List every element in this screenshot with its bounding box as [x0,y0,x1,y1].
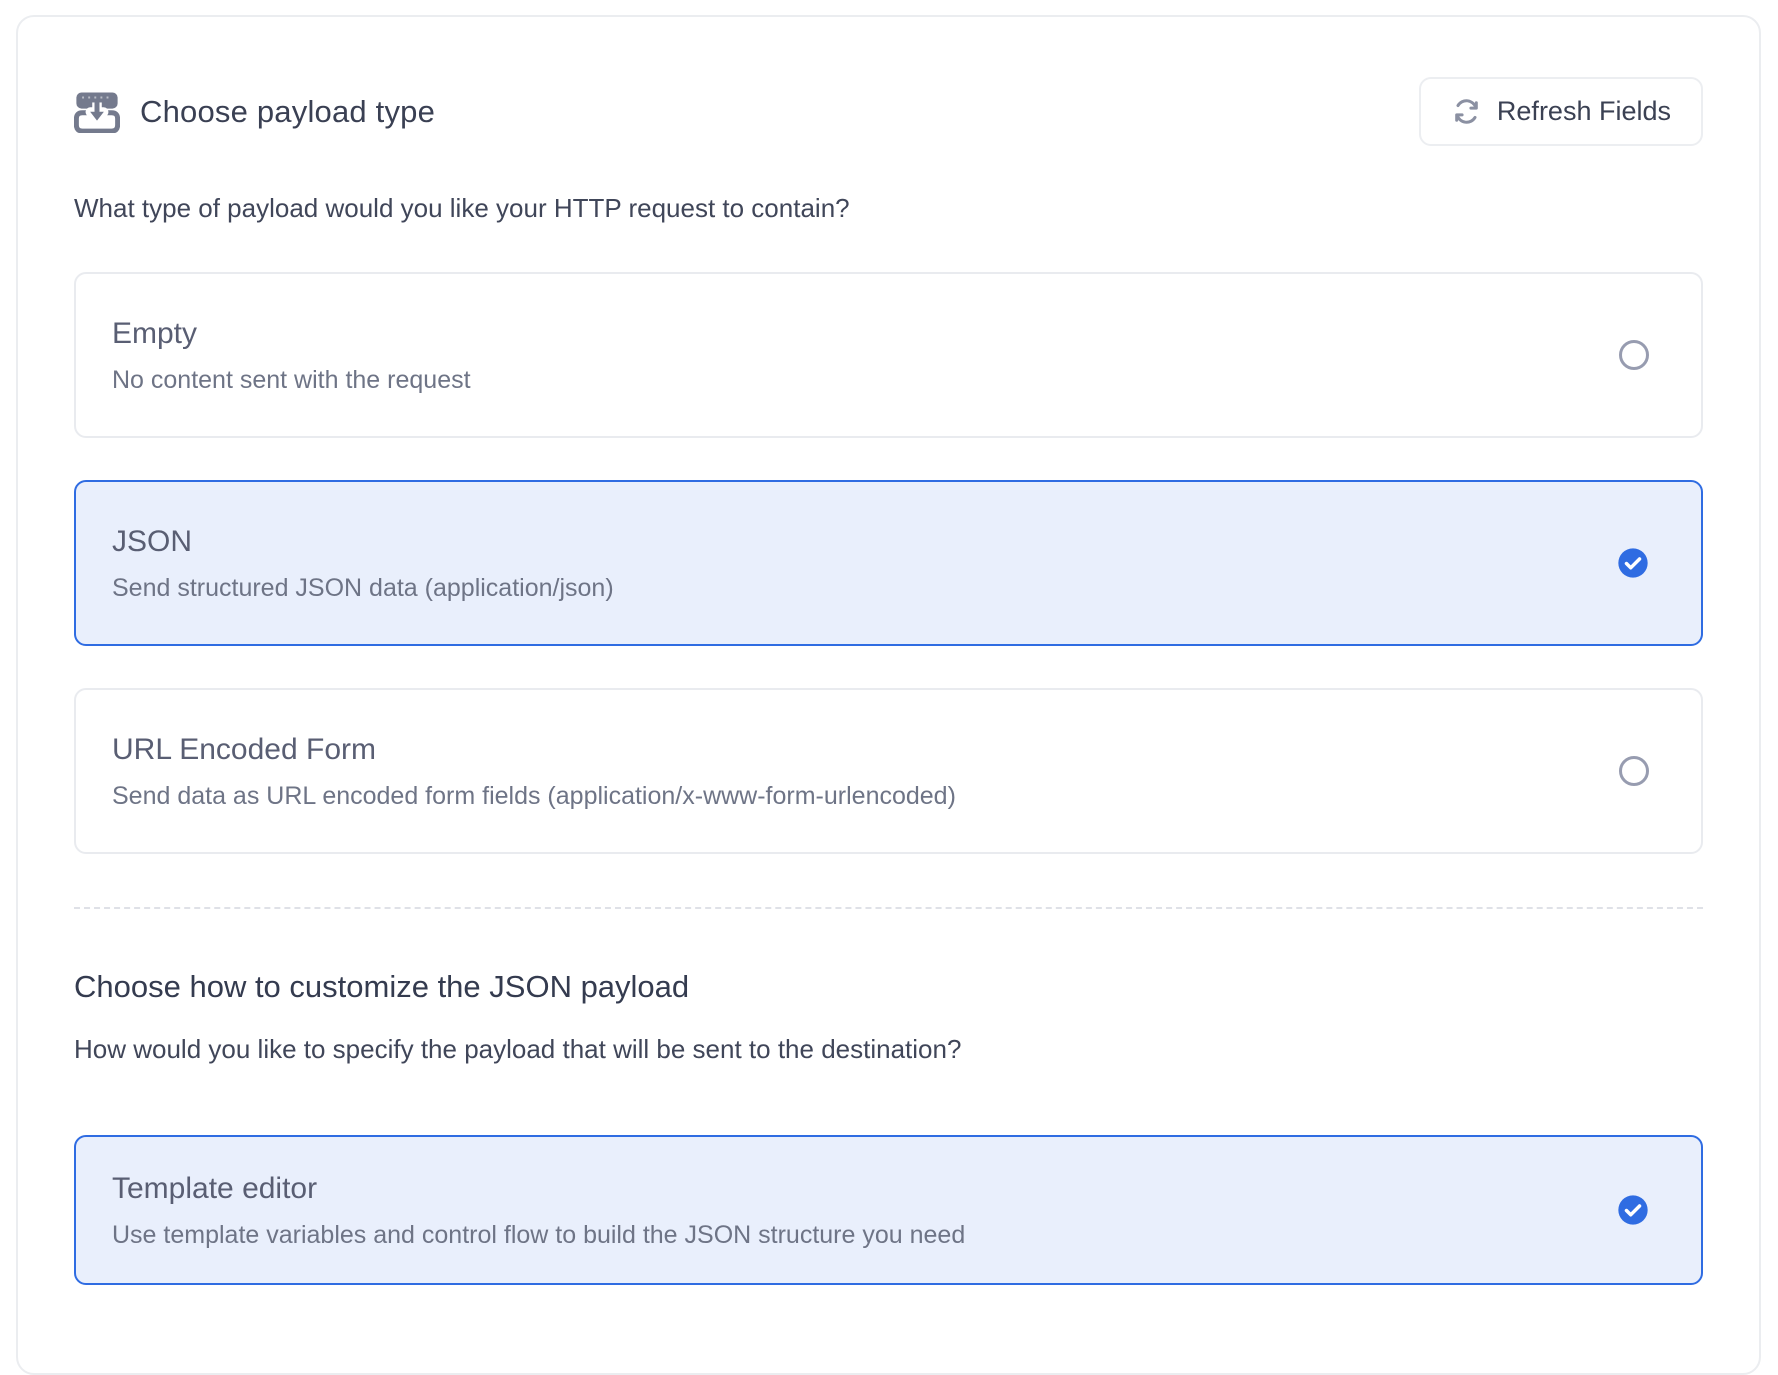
panel-header-left: Choose payload type [74,91,435,133]
option-card-url-encoded-form[interactable]: URL Encoded Form Send data as URL encode… [74,688,1703,854]
option-description: Use template variables and control flow … [112,1219,965,1251]
option-description: Send structured JSON data (application/j… [112,572,614,604]
refresh-fields-button[interactable]: Refresh Fields [1419,77,1703,146]
refresh-fields-label: Refresh Fields [1497,96,1671,127]
option-title: JSON [112,522,614,562]
option-card-text: Template editor Use template variables a… [112,1169,965,1251]
customize-section-heading: Choose how to customize the JSON payload [74,967,1703,1007]
payload-type-question: What type of payload would you like your… [74,192,1703,224]
option-card-text: Empty No content sent with the request [112,314,471,396]
payload-tray-icon [74,91,120,133]
customize-options: Template editor Use template variables a… [74,1135,1703,1285]
option-description: Send data as URL encoded form fields (ap… [112,780,956,812]
option-title: URL Encoded Form [112,730,956,770]
option-card-text: URL Encoded Form Send data as URL encode… [112,730,956,812]
check-selected-icon[interactable] [1617,547,1649,579]
panel-header: Choose payload type Refresh Fields [74,77,1703,146]
payload-settings-panel: Choose payload type Refresh Fields What … [16,15,1761,1375]
section-divider [74,907,1703,909]
option-card-text: JSON Send structured JSON data (applicat… [112,522,614,604]
radio-unselected-icon[interactable] [1619,340,1649,370]
radio-unselected-icon[interactable] [1619,756,1649,786]
option-title: Empty [112,314,471,354]
option-title: Template editor [112,1169,965,1209]
option-card-template-editor[interactable]: Template editor Use template variables a… [74,1135,1703,1285]
check-selected-icon[interactable] [1617,1194,1649,1226]
customize-question: How would you like to specify the payloa… [74,1033,1703,1065]
page-title: Choose payload type [140,94,435,130]
payload-type-options: Empty No content sent with the request J… [74,272,1703,854]
option-card-empty[interactable]: Empty No content sent with the request [74,272,1703,438]
option-card-json[interactable]: JSON Send structured JSON data (applicat… [74,480,1703,646]
option-description: No content sent with the request [112,364,471,396]
refresh-icon [1451,96,1482,127]
